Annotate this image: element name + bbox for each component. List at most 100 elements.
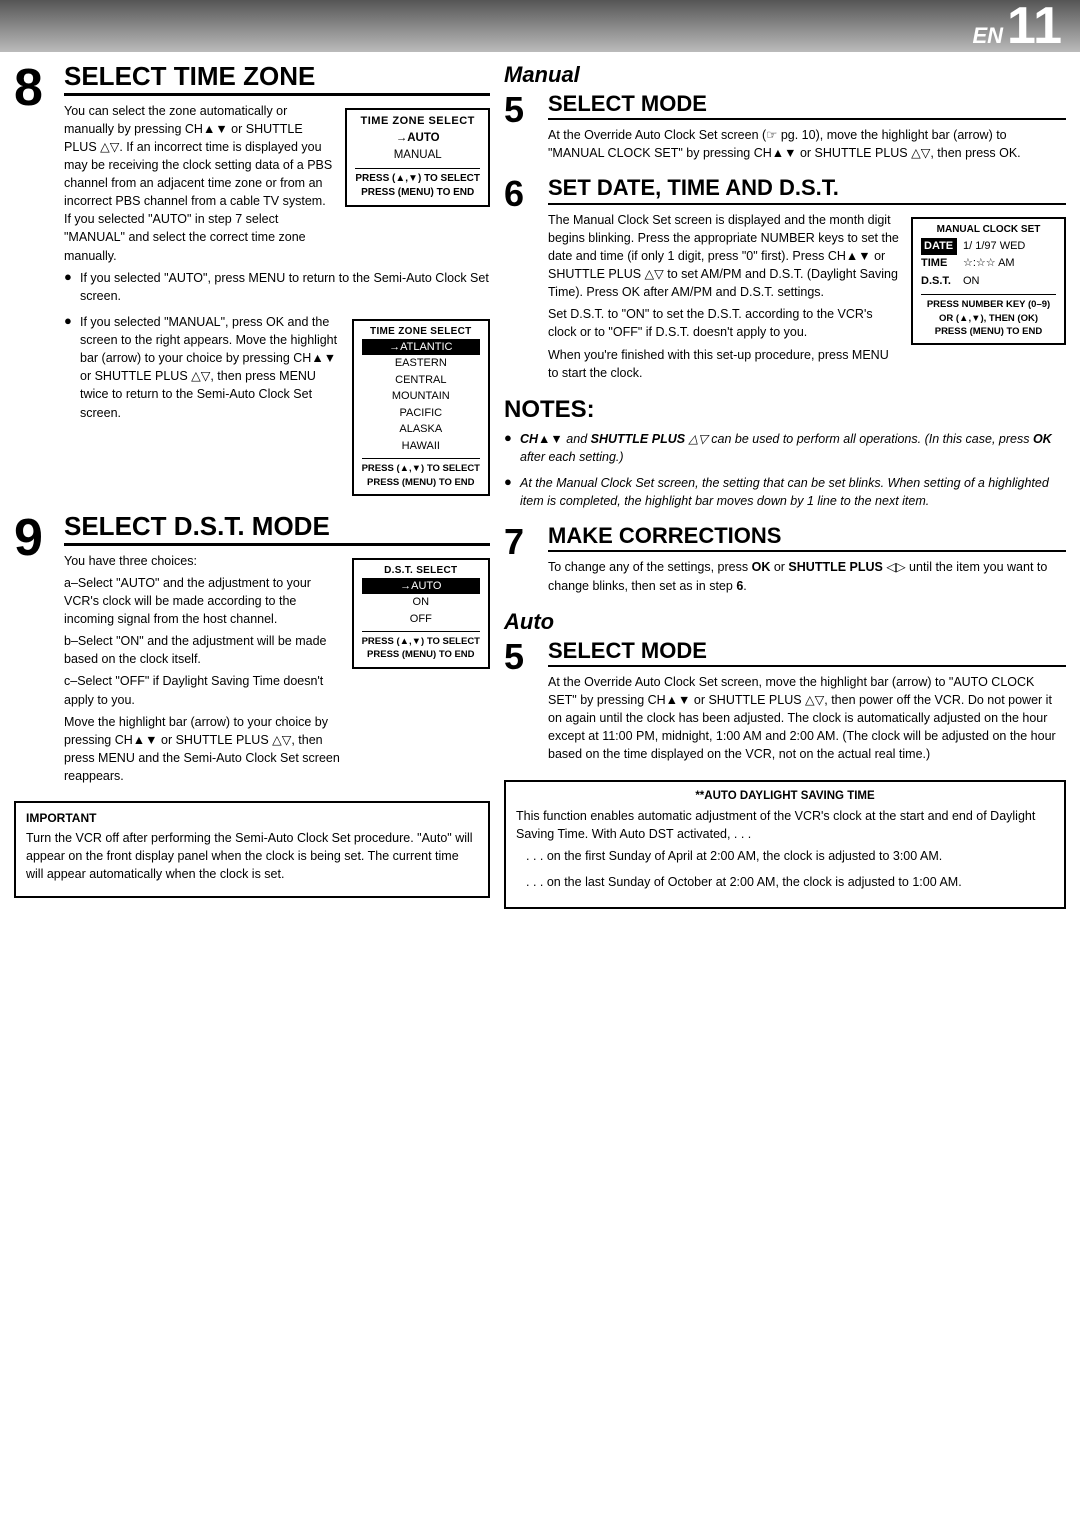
bullet-icon-1: ● — [64, 269, 74, 309]
tz-box2-footer: PRESS (▲,▼) TO SELECT PRESS (MENU) TO EN… — [362, 458, 480, 489]
dst-select-box: D.S.T. SELECT →AUTO ON OFF PRESS (▲,▼) T… — [352, 558, 490, 669]
page-header: EN 11 — [0, 0, 1080, 52]
auto-label: Auto — [504, 609, 1066, 635]
mcs-date-value: 1/ 1/97 WED — [963, 238, 1025, 256]
tz-box2-title: TIME ZONE SELECT — [362, 326, 480, 337]
auto-dst-bullet1: . . . on the first Sunday of April at 2:… — [516, 847, 1054, 869]
tz-box2-hawaii: HAWAII — [362, 438, 480, 455]
en-label: EN — [972, 23, 1003, 49]
section-6-para3: When you're finished with this set-up pr… — [548, 346, 901, 382]
section-9-choice-c: c–Select "OFF" if Daylight Saving Time d… — [64, 672, 342, 708]
section-8-bullet2: ● If you selected "MANUAL", press OK and… — [64, 313, 342, 426]
auto-dst-title: **AUTO DAYLIGHT SAVING TIME — [516, 790, 1054, 802]
dst-box-title: D.S.T. SELECT — [362, 565, 480, 576]
notes-bullet-icon-2: ● — [504, 474, 514, 514]
tz-box1-footer: PRESS (▲,▼) TO SELECT PRESS (MENU) TO EN… — [355, 168, 480, 200]
tz-box2-pacific: PACIFIC — [362, 405, 480, 422]
dst-box-footer-line2: PRESS (MENU) TO END — [362, 648, 480, 661]
tz-select-box-2: TIME ZONE SELECT →ATLANTIC EASTERN CENTR… — [352, 319, 490, 496]
mcs-time-label: TIME — [921, 255, 957, 273]
tz-box2-central: CENTRAL — [362, 372, 480, 389]
step-8-content: SELECT TIME ZONE You can select the zone… — [64, 62, 490, 502]
mcs-date-row: DATE 1/ 1/97 WED — [921, 238, 1056, 256]
bullet-icon-2: ● — [64, 313, 74, 426]
tz-box1-footer-line2: PRESS (MENU) TO END — [355, 186, 480, 200]
left-column: 8 SELECT TIME ZONE You can select the zo… — [14, 62, 504, 909]
mcs-time-row: TIME ☆:☆☆ AM — [921, 255, 1056, 273]
section-9-block: 9 SELECT D.S.T. MODE You have three choi… — [14, 512, 490, 789]
tz-box1-footer-line1: PRESS (▲,▼) TO SELECT — [355, 172, 480, 186]
section-9-para2: Move the highlight bar (arrow) to your c… — [64, 713, 342, 786]
section-9-choice-b: b–Select "ON" and the adjustment will be… — [64, 632, 342, 668]
step-5-auto-number: 5 — [504, 636, 524, 677]
step-8-number: 8 — [14, 59, 43, 117]
mcs-dst-row: D.S.T. ON — [921, 273, 1056, 291]
section-6-para2: Set D.S.T. to "ON" to set the D.S.T. acc… — [548, 305, 901, 341]
section-6-block: 6 SET DATE, TIME AND D.S.T. The Manual C… — [504, 176, 1066, 385]
auto-dst-box: **AUTO DAYLIGHT SAVING TIME This functio… — [504, 780, 1066, 910]
tz-box2-footer-line2: PRESS (MENU) TO END — [362, 476, 480, 489]
manual-clock-set-box: MANUAL CLOCK SET DATE 1/ 1/97 WED TIME ☆… — [911, 217, 1066, 346]
section-5-auto-block: 5 SELECT MODE At the Override Auto Clock… — [504, 639, 1066, 768]
notes-bullet1-text: CH▲▼ and SHUTTLE PLUS △▽ can be used to … — [520, 430, 1066, 466]
step-6-number: 6 — [504, 173, 524, 214]
section-9-title: SELECT D.S.T. MODE — [64, 512, 490, 546]
notes-section: NOTES: ● CH▲▼ and SHUTTLE PLUS △▽ can be… — [504, 396, 1066, 515]
corrections-section: 7 MAKE CORRECTIONS To change any of the … — [504, 524, 1066, 598]
mcs-footer-line3: PRESS (MENU) TO END — [921, 325, 1056, 338]
tz-box1-manual: MANUAL — [355, 147, 480, 164]
section-8-bullet1-text: If you selected "AUTO", press MENU to re… — [80, 269, 490, 305]
dst-box-on: ON — [362, 594, 480, 611]
tz-box2-arrow: →ATLANTIC — [362, 339, 480, 356]
important-box: IMPORTANT Turn the VCR off after perform… — [14, 801, 490, 897]
tz-box2-alaska: ALASKA — [362, 421, 480, 438]
mcs-title: MANUAL CLOCK SET — [921, 224, 1056, 235]
main-content: 8 SELECT TIME ZONE You can select the zo… — [0, 52, 1080, 919]
step-7-number: 7 — [504, 521, 524, 562]
section-9-choice-a: a–Select "AUTO" and the adjustment to yo… — [64, 574, 342, 628]
tz-box1-title: TIME ZONE SELECT — [355, 115, 480, 127]
mcs-date-label: DATE — [921, 238, 957, 256]
step-5-manual-content: SELECT MODE At the Override Auto Clock S… — [548, 92, 1066, 166]
dst-box-off: OFF — [362, 611, 480, 628]
section-6-para1: The Manual Clock Set screen is displayed… — [548, 211, 901, 302]
step-6-content: SET DATE, TIME AND D.S.T. The Manual Clo… — [548, 176, 1066, 385]
notes-bullet2: ● At the Manual Clock Set screen, the se… — [504, 474, 1066, 514]
tz-box2-eastern: EASTERN — [362, 355, 480, 372]
notes-title: NOTES: — [504, 396, 1066, 424]
mcs-dst-value: ON — [963, 273, 980, 291]
right-column: Manual 5 SELECT MODE At the Override Aut… — [504, 62, 1066, 909]
corrections-content: MAKE CORRECTIONS To change any of the se… — [548, 524, 1066, 598]
step-9-content: SELECT D.S.T. MODE You have three choice… — [64, 512, 490, 789]
mcs-dst-label: D.S.T. — [921, 273, 957, 291]
section-5-manual-text: At the Override Auto Clock Set screen (☞… — [548, 126, 1066, 162]
section-8-bullet2-text: If you selected "MANUAL", press OK and t… — [80, 313, 342, 422]
section-5-manual-title: SELECT MODE — [548, 92, 1066, 120]
page-number: 11 — [1007, 0, 1062, 52]
notes-bullet1: ● CH▲▼ and SHUTTLE PLUS △▽ can be used t… — [504, 430, 1066, 470]
section-9-para1: You have three choices: — [64, 552, 342, 570]
section-8-para1: You can select the zone automatically or… — [64, 102, 335, 265]
corrections-text: To change any of the settings, press OK … — [548, 558, 1066, 594]
dst-box-arrow: →AUTO — [362, 578, 480, 595]
notes-bullet-icon-1: ● — [504, 430, 514, 470]
section-5-auto-text: At the Override Auto Clock Set screen, m… — [548, 673, 1066, 764]
auto-dst-para1: This function enables automatic adjustme… — [516, 807, 1054, 843]
dst-box-footer: PRESS (▲,▼) TO SELECT PRESS (MENU) TO EN… — [362, 631, 480, 662]
important-text: Turn the VCR off after performing the Se… — [26, 829, 478, 883]
manual-label: Manual — [504, 62, 1066, 88]
mcs-footer: PRESS NUMBER KEY (0–9) OR (▲,▼), THEN (O… — [921, 294, 1056, 338]
section-5-auto-title: SELECT MODE — [548, 639, 1066, 667]
tz-select-box-1: TIME ZONE SELECT →AUTO MANUAL PRESS (▲,▼… — [345, 108, 490, 208]
section-6-title: SET DATE, TIME AND D.S.T. — [548, 176, 1066, 204]
mcs-time-value: ☆:☆☆ AM — [963, 255, 1015, 273]
auto-dst-bullet2-text: . . . on the last Sunday of October at 2… — [526, 873, 962, 891]
step-9-number: 9 — [14, 509, 43, 567]
section-5-manual-block: 5 SELECT MODE At the Override Auto Clock… — [504, 92, 1066, 166]
corrections-block: 7 MAKE CORRECTIONS To change any of the … — [504, 524, 1066, 598]
corrections-title: MAKE CORRECTIONS — [548, 524, 1066, 552]
mcs-footer-line2: OR (▲,▼), THEN (OK) — [921, 312, 1056, 325]
section-8-bullet1: ● If you selected "AUTO", press MENU to … — [64, 269, 490, 309]
auto-dst-bullet1-text: . . . on the first Sunday of April at 2:… — [526, 847, 942, 865]
step-5-manual-number: 5 — [504, 89, 524, 130]
